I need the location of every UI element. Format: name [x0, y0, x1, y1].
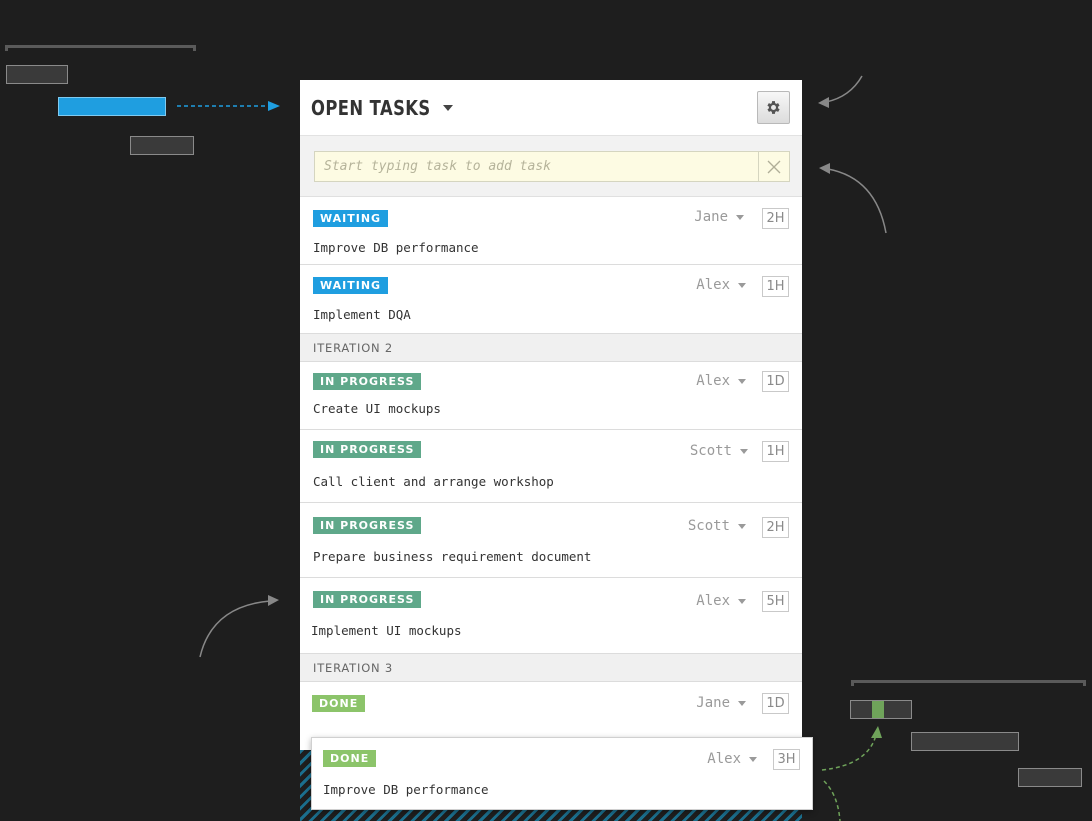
task-row[interactable]: IN PROGRESS Alex 5H Implement UI mockups [300, 578, 802, 654]
status-badge: IN PROGRESS [313, 591, 422, 608]
chevron-down-icon [738, 378, 746, 384]
clear-button[interactable] [758, 152, 789, 181]
estimate-box[interactable]: 1D [762, 371, 789, 392]
estimate-box[interactable]: 1H [762, 276, 789, 297]
assignee-dropdown[interactable]: Alex [707, 751, 757, 767]
task-name: Create UI mockups [313, 401, 441, 416]
add-task-input[interactable] [315, 152, 758, 181]
status-badge: DONE [323, 750, 377, 767]
panel-title-dropdown[interactable]: OPEN TASKS [311, 96, 453, 120]
assignee-name: Alex [696, 373, 730, 389]
estimate-box[interactable]: 1D [762, 693, 789, 714]
assignee-dropdown[interactable]: Alex [696, 593, 746, 609]
task-row[interactable]: IN PROGRESS Alex 1D Create UI mockups [300, 362, 802, 430]
assignee-dropdown[interactable]: Jane [696, 695, 746, 711]
panel-title: OPEN TASKS [311, 95, 431, 120]
estimate-box[interactable]: 5H [762, 591, 789, 612]
open-tasks-panel: OPEN TASKS WAITING Jane 2H Improve DB pe… [300, 80, 802, 750]
chevron-down-icon [749, 756, 757, 762]
task-name: Prepare business requirement document [313, 549, 592, 564]
status-badge: IN PROGRESS [313, 441, 422, 458]
assignee-name: Alex [696, 277, 730, 293]
add-task-box [314, 151, 790, 182]
task-name: Improve DB performance [323, 782, 489, 797]
assignee-name: Alex [707, 751, 741, 767]
assignee-name: Scott [689, 443, 732, 459]
gear-icon [767, 101, 780, 114]
assignee-name: Jane [694, 209, 728, 225]
chevron-down-icon [738, 598, 746, 604]
assignee-dropdown[interactable]: Alex [696, 373, 746, 389]
task-row[interactable]: IN PROGRESS Scott 1H Call client and arr… [300, 430, 802, 503]
chevron-down-icon [738, 523, 746, 529]
estimate-box[interactable]: 1H [762, 441, 789, 462]
estimate-box[interactable]: 2H [762, 208, 789, 229]
assignee-dropdown[interactable]: Scott [690, 443, 748, 459]
chevron-down-icon [738, 700, 746, 706]
status-badge: IN PROGRESS [313, 517, 422, 534]
task-row[interactable]: WAITING Jane 2H Improve DB performance [300, 197, 802, 265]
group-header: ITERATION 3 [300, 654, 802, 682]
task-name: Implement UI mockups [311, 623, 462, 638]
assignee-name: Alex [696, 593, 730, 609]
status-badge: DONE [312, 695, 366, 712]
assignee-name: Scott [687, 518, 730, 534]
chevron-down-icon [736, 214, 744, 220]
assignee-name: Jane [696, 695, 730, 711]
status-badge: IN PROGRESS [313, 373, 422, 390]
assignee-dropdown[interactable]: Scott [688, 518, 746, 534]
chevron-down-icon [442, 104, 453, 111]
task-name: Call client and arrange workshop [313, 474, 554, 489]
close-icon [767, 160, 781, 173]
dragged-task-card[interactable]: DONE Alex 3H Improve DB performance [311, 737, 813, 810]
task-name: Implement DQA [313, 307, 411, 322]
task-row[interactable]: IN PROGRESS Scott 2H Prepare business re… [300, 503, 802, 578]
status-badge: WAITING [313, 277, 389, 294]
group-header: ITERATION 2 [300, 334, 802, 362]
estimate-box[interactable]: 3H [773, 749, 800, 770]
chevron-down-icon [740, 448, 748, 454]
task-name: Improve DB performance [313, 240, 479, 255]
chevron-down-icon [738, 282, 746, 288]
assignee-dropdown[interactable]: Jane [694, 209, 744, 225]
status-badge: WAITING [313, 210, 389, 227]
estimate-box[interactable]: 2H [762, 517, 789, 538]
panel-header: OPEN TASKS [300, 80, 802, 135]
assignee-dropdown[interactable]: Alex [696, 277, 746, 293]
task-row[interactable]: WAITING Alex 1H Implement DQA [300, 265, 802, 334]
add-task-area [300, 135, 802, 197]
settings-button[interactable] [757, 91, 790, 124]
